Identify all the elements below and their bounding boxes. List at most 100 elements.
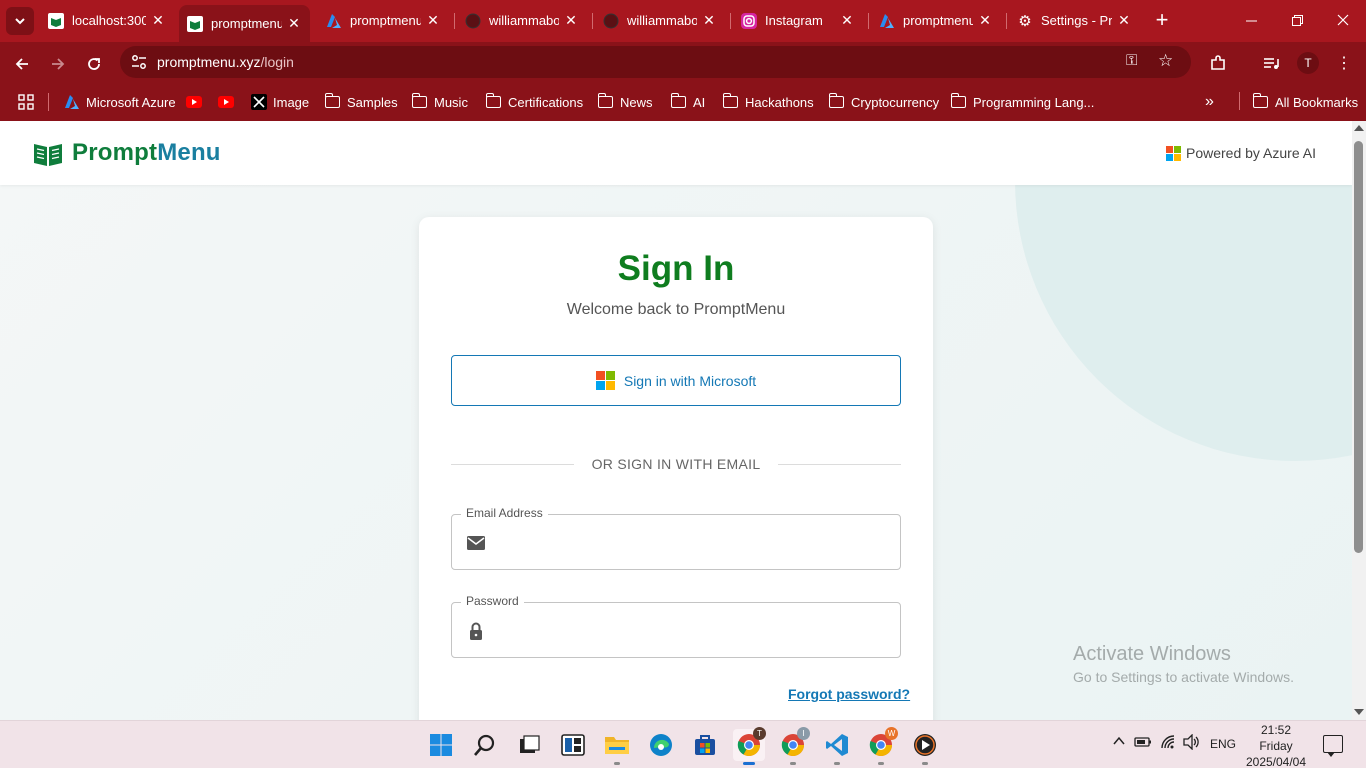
close-icon[interactable]: ✕ bbox=[150, 12, 166, 29]
tab-localhost[interactable]: localhost:300 ✕ bbox=[40, 5, 174, 36]
profile-avatar[interactable]: T bbox=[1297, 52, 1319, 74]
scroll-up-arrow[interactable] bbox=[1354, 125, 1364, 131]
system-clock[interactable]: 21:52 Friday 2025/04/04 bbox=[1244, 721, 1308, 768]
address-bar[interactable]: promptmenu.xyz/login ⚿ ☆ bbox=[120, 46, 1191, 78]
bookmark-folder-cryptocurrency[interactable]: Cryptocurrency bbox=[828, 92, 939, 112]
scroll-thumb[interactable] bbox=[1354, 141, 1363, 553]
email-field: Email Address bbox=[451, 506, 901, 570]
close-icon[interactable]: ✕ bbox=[1116, 12, 1132, 29]
brand-logo[interactable]: PromptMenu bbox=[72, 139, 221, 167]
page-content: PromptMenu Powered by Azure AI Sign In W… bbox=[0, 121, 1352, 720]
task-view-icon[interactable] bbox=[513, 729, 545, 761]
sign-in-with-microsoft-button[interactable]: Sign in with Microsoft bbox=[451, 355, 901, 406]
email-divider: OR SIGN IN WITH EMAIL bbox=[451, 456, 901, 472]
scroll-down-arrow[interactable] bbox=[1354, 709, 1364, 715]
file-explorer-icon[interactable] bbox=[601, 729, 633, 765]
bookmark-microsoft-azure[interactable]: Microsoft Azure bbox=[64, 92, 176, 112]
bookmark-label: AI bbox=[693, 94, 706, 110]
back-button[interactable] bbox=[8, 50, 36, 78]
extensions-icon[interactable] bbox=[1206, 52, 1230, 74]
notification-center-icon[interactable] bbox=[1323, 735, 1343, 757]
site-info-icon[interactable] bbox=[130, 53, 148, 71]
forward-button[interactable] bbox=[44, 50, 72, 78]
vscode-icon[interactable] bbox=[821, 729, 853, 765]
widgets-icon[interactable] bbox=[557, 729, 589, 761]
chrome-icon[interactable]: W bbox=[865, 727, 898, 765]
language-indicator[interactable]: ENG bbox=[1210, 737, 1236, 751]
windows-start-icon[interactable] bbox=[425, 729, 457, 761]
bookmark-folder-ai[interactable]: AI bbox=[670, 92, 706, 112]
close-icon[interactable]: ✕ bbox=[286, 15, 302, 32]
show-hidden-icons-button[interactable] bbox=[1112, 734, 1126, 751]
chrome-icon[interactable]: T bbox=[733, 727, 766, 765]
bookmark-folder-news[interactable]: News bbox=[597, 92, 653, 112]
tab-separator bbox=[730, 13, 731, 29]
close-icon[interactable]: ✕ bbox=[563, 12, 579, 29]
bookmark-folder-music[interactable]: Music bbox=[411, 92, 468, 112]
url-text: promptmenu.xyz/login bbox=[157, 54, 294, 70]
tab-separator bbox=[868, 13, 869, 29]
bookmark-folder-programming[interactable]: Programming Lang... bbox=[950, 92, 1094, 112]
minimize-icon bbox=[1245, 20, 1257, 21]
all-bookmarks-button[interactable]: All Bookmarks bbox=[1252, 92, 1358, 112]
clock-time: 21:52 bbox=[1260, 723, 1292, 737]
battery-icon[interactable] bbox=[1134, 735, 1152, 752]
media-player-icon[interactable] bbox=[909, 729, 941, 765]
close-window-button[interactable] bbox=[1320, 0, 1366, 40]
new-tab-button[interactable]: + bbox=[1150, 9, 1174, 33]
tab-title: Instagram bbox=[765, 13, 823, 28]
tab-promptmenu-azure-2[interactable]: promptmenu ✕ bbox=[871, 5, 1001, 36]
bookmark-folder-certifications[interactable]: Certifications bbox=[485, 92, 583, 112]
tab-github-1[interactable]: williammabo ✕ bbox=[457, 5, 587, 36]
close-icon[interactable]: ✕ bbox=[701, 12, 717, 29]
chrome-icon[interactable]: I bbox=[777, 727, 810, 765]
arrow-right-icon bbox=[52, 58, 65, 70]
bookmarks-overflow-button[interactable]: » bbox=[1205, 92, 1214, 112]
page-scrollbar[interactable] bbox=[1352, 121, 1366, 720]
tab-settings[interactable]: ⚙ Settings - Pri ✕ bbox=[1009, 5, 1140, 36]
tab-promptmenu-azure[interactable]: promptmenu ✕ bbox=[318, 5, 449, 36]
bookmark-youtube-2[interactable] bbox=[218, 92, 240, 112]
close-icon[interactable]: ✕ bbox=[977, 12, 993, 29]
windows-taskbar: T I W ENG 21:52 Friday 2025/04/04 bbox=[0, 720, 1366, 768]
bookmark-star-icon[interactable]: ☆ bbox=[1158, 51, 1173, 71]
browser-toolbar: promptmenu.xyz/login ⚿ ☆ T ⋮ bbox=[0, 42, 1366, 84]
tab-title: williammabo bbox=[489, 13, 559, 28]
bookmark-folder-hackathons[interactable]: Hackathons bbox=[722, 92, 814, 112]
password-input[interactable] bbox=[498, 613, 888, 649]
volume-icon[interactable] bbox=[1183, 733, 1201, 753]
bookmark-folder-samples[interactable]: Samples bbox=[324, 92, 398, 112]
forgot-password-link[interactable]: Forgot password? bbox=[788, 686, 910, 702]
tab-promptmenu-active[interactable]: promptmenu ✕ bbox=[179, 5, 310, 42]
minimize-button[interactable] bbox=[1228, 0, 1274, 40]
restore-button[interactable] bbox=[1274, 0, 1320, 40]
close-icon[interactable]: ✕ bbox=[425, 12, 441, 29]
running-indicator bbox=[922, 762, 928, 765]
running-indicator bbox=[834, 762, 840, 765]
brand-menu: Menu bbox=[157, 139, 221, 166]
bookmark-youtube-1[interactable] bbox=[186, 92, 208, 112]
close-icon[interactable]: ✕ bbox=[839, 12, 855, 29]
bookmark-image[interactable]: Image bbox=[251, 92, 309, 112]
azure-icon bbox=[326, 13, 342, 29]
gear-icon: ⚙ bbox=[1018, 12, 1032, 30]
browser-tab-bar: localhost:300 ✕ promptmenu ✕ promptmenu … bbox=[0, 0, 1366, 42]
tab-instagram[interactable]: Instagram ✕ bbox=[733, 5, 863, 36]
media-controls-icon[interactable] bbox=[1259, 52, 1283, 74]
password-key-icon[interactable]: ⚿ bbox=[1126, 52, 1137, 69]
apps-grid-icon[interactable] bbox=[18, 92, 34, 112]
email-input[interactable] bbox=[498, 525, 888, 561]
sign-in-card: Sign In Welcome back to PromptMenu Sign … bbox=[419, 217, 933, 720]
microsoft-button-label: Sign in with Microsoft bbox=[623, 372, 757, 389]
more-menu-icon[interactable]: ⋮ bbox=[1332, 52, 1356, 74]
brand-prompt: Prompt bbox=[72, 139, 158, 166]
wifi-icon[interactable] bbox=[1160, 734, 1178, 753]
edge-icon[interactable] bbox=[645, 729, 677, 761]
search-icon[interactable] bbox=[469, 729, 501, 761]
store-icon[interactable] bbox=[689, 729, 721, 761]
tab-github-2[interactable]: williammabo ✕ bbox=[595, 5, 725, 36]
restore-icon bbox=[1291, 14, 1303, 26]
tab-search-button[interactable] bbox=[6, 7, 34, 35]
reload-button[interactable] bbox=[80, 50, 108, 78]
tab-separator bbox=[592, 13, 593, 29]
